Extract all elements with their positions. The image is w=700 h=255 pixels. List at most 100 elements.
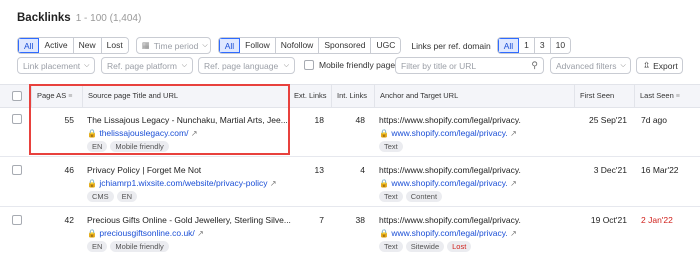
mobile-friendly-filter[interactable]: Mobile friendly pages [304,60,399,70]
type-new-button[interactable]: New [73,38,102,53]
source-tags: EN Mobile friendly [87,141,172,152]
follow-button[interactable]: Follow [240,38,276,53]
column-header-source: Source page Title and URL [82,85,178,107]
source-tags: EN Mobile friendly [87,241,172,252]
tag-badge: Content [405,191,443,202]
select-all-checkbox[interactable] [12,91,22,101]
page-as-value: 46 [64,165,74,175]
source-url-line: 🔒 preciousgiftsonline.co.uk/ ↗ [87,228,204,238]
external-link-icon[interactable]: ↗ [510,129,517,138]
tag-badge: EN [87,241,108,252]
follow-filter-group: All Follow Nofollow Sponsored UGC [217,37,402,54]
column-header-page-as[interactable]: Page AS ≡ [31,85,72,107]
ugc-button[interactable]: UGC [371,38,401,53]
column-header-first-seen[interactable]: First Seen [574,85,614,107]
column-header-last-seen[interactable]: Last Seen ≡ [634,85,680,107]
external-link-icon[interactable]: ↗ [510,179,517,188]
page-as-value: 55 [64,115,74,125]
lock-icon: 🔒 [379,129,389,138]
external-link-icon[interactable]: ↗ [270,179,277,188]
source-title[interactable]: Privacy Policy | Forget Me Not [87,165,201,175]
lock-icon: 🔒 [87,179,97,188]
time-period-dropdown[interactable]: ▦ Time period ⌵ [135,37,211,54]
chevron-down-icon: ⌵ [84,61,90,69]
type-lost-button[interactable]: Lost [101,38,128,53]
sponsored-button[interactable]: Sponsored [319,38,372,53]
backlinks-table: Page AS ≡ Source page Title and URL Ext. … [0,84,700,255]
ref-page-platform-dropdown[interactable]: Ref. page platform ⌵ [101,57,193,74]
table-row: 42 Precious Gifts Online - Gold Jeweller… [0,207,700,255]
first-seen-value: 19 Oct'21 [590,215,627,225]
column-header-ext-links[interactable]: Ext. Links [288,85,327,107]
links-10-button[interactable]: 10 [550,38,571,53]
target-url-link[interactable]: www.shopify.com/legal/privacy. [391,128,507,138]
search-input[interactable]: Filter by title or URL ⚲ [395,57,544,74]
advanced-filters-dropdown[interactable]: Advanced filters ⌵ [550,57,631,74]
link-placement-dropdown[interactable]: Link placement ⌵ [17,57,95,74]
lock-icon: 🔒 [87,129,97,138]
filter-row-1: All Active New Lost ▦ Time period ⌵ All … [17,37,572,54]
links-3-button[interactable]: 3 [534,38,551,53]
anchor-tags: Text Sitewide Lost [379,241,474,252]
calendar-icon: ▦ [141,40,150,50]
row-checkbox[interactable] [12,165,22,175]
column-header-anchor: Anchor and Target URL [374,85,458,107]
anchor-text: https://www.shopify.com/legal/privacy. [379,165,521,175]
mobile-friendly-checkbox[interactable] [304,60,314,70]
chevron-down-icon: ⌵ [181,61,187,69]
tag-badge: Sitewide [405,241,445,252]
anchor-text: https://www.shopify.com/legal/privacy. [379,115,521,125]
external-link-icon[interactable]: ↗ [197,229,204,238]
tag-badge: Text [379,241,403,252]
target-url-link[interactable]: www.shopify.com/legal/privacy. [391,228,507,238]
sort-icon: ≡ [68,93,73,100]
table-row: 46 Privacy Policy | Forget Me Not 🔒 jchi… [0,157,700,207]
row-checkbox[interactable] [12,114,22,124]
tag-badge: EN [87,141,108,152]
source-url-link[interactable]: preciousgiftsonline.co.uk/ [99,228,194,238]
first-seen-value: 3 Dec'21 [593,165,627,175]
ref-page-language-dropdown[interactable]: Ref. page language ⌵ [198,57,295,74]
lock-icon: 🔒 [379,229,389,238]
type-active-button[interactable]: Active [39,38,74,53]
source-title[interactable]: Precious Gifts Online - Gold Jewellery, … [87,215,291,225]
links-all-button[interactable]: All [497,38,520,53]
tag-badge: Text [379,141,403,152]
ext-links-value: 7 [319,215,324,225]
table-header: Page AS ≡ Source page Title and URL Ext. … [0,84,700,108]
last-seen-value: 7d ago [641,115,667,125]
search-icon: ⚲ [531,60,538,70]
result-count: 1 - 100 (1,404) [75,13,142,24]
target-url-line: 🔒 www.shopify.com/legal/privacy. ↗ [379,228,517,238]
lock-icon: 🔒 [87,229,97,238]
external-link-icon[interactable]: ↗ [510,229,517,238]
type-filter-group: All Active New Lost [17,37,129,54]
lost-badge: Lost [447,241,472,252]
source-tags: CMS EN [87,191,140,202]
page-as-value: 42 [64,215,74,225]
column-header-int-links[interactable]: Int. Links [331,85,367,107]
ext-links-value: 13 [314,165,324,175]
page-title: Backlinks [17,12,71,24]
links-per-domain-group: All 1 3 10 [496,37,572,54]
chevron-down-icon: ⌵ [620,61,626,69]
first-seen-value: 25 Sep'21 [588,115,627,125]
int-links-value: 4 [360,165,365,175]
anchor-tags: Text Content [379,191,445,202]
source-title[interactable]: The Lissajous Legacy - Nunchaku, Martial… [87,115,288,125]
source-url-line: 🔒 thelissajouslegacy.com/ ↗ [87,128,198,138]
export-button[interactable]: ⇫ Export [636,57,683,74]
links-1-button[interactable]: 1 [519,38,535,53]
source-url-link[interactable]: thelissajouslegacy.com/ [99,128,188,138]
tag-badge: CMS [87,191,114,202]
nofollow-button[interactable]: Nofollow [275,38,320,53]
target-url-link[interactable]: www.shopify.com/legal/privacy. [391,178,507,188]
external-link-icon[interactable]: ↗ [191,129,198,138]
ext-links-value: 18 [314,115,324,125]
type-all-button[interactable]: All [18,38,40,53]
row-checkbox[interactable] [12,215,22,225]
source-url-link[interactable]: jchiamrp1.wixsite.com/website/privacy-po… [99,178,267,188]
int-links-value: 48 [355,115,365,125]
follow-all-button[interactable]: All [218,38,241,53]
tag-badge: EN [116,191,138,202]
